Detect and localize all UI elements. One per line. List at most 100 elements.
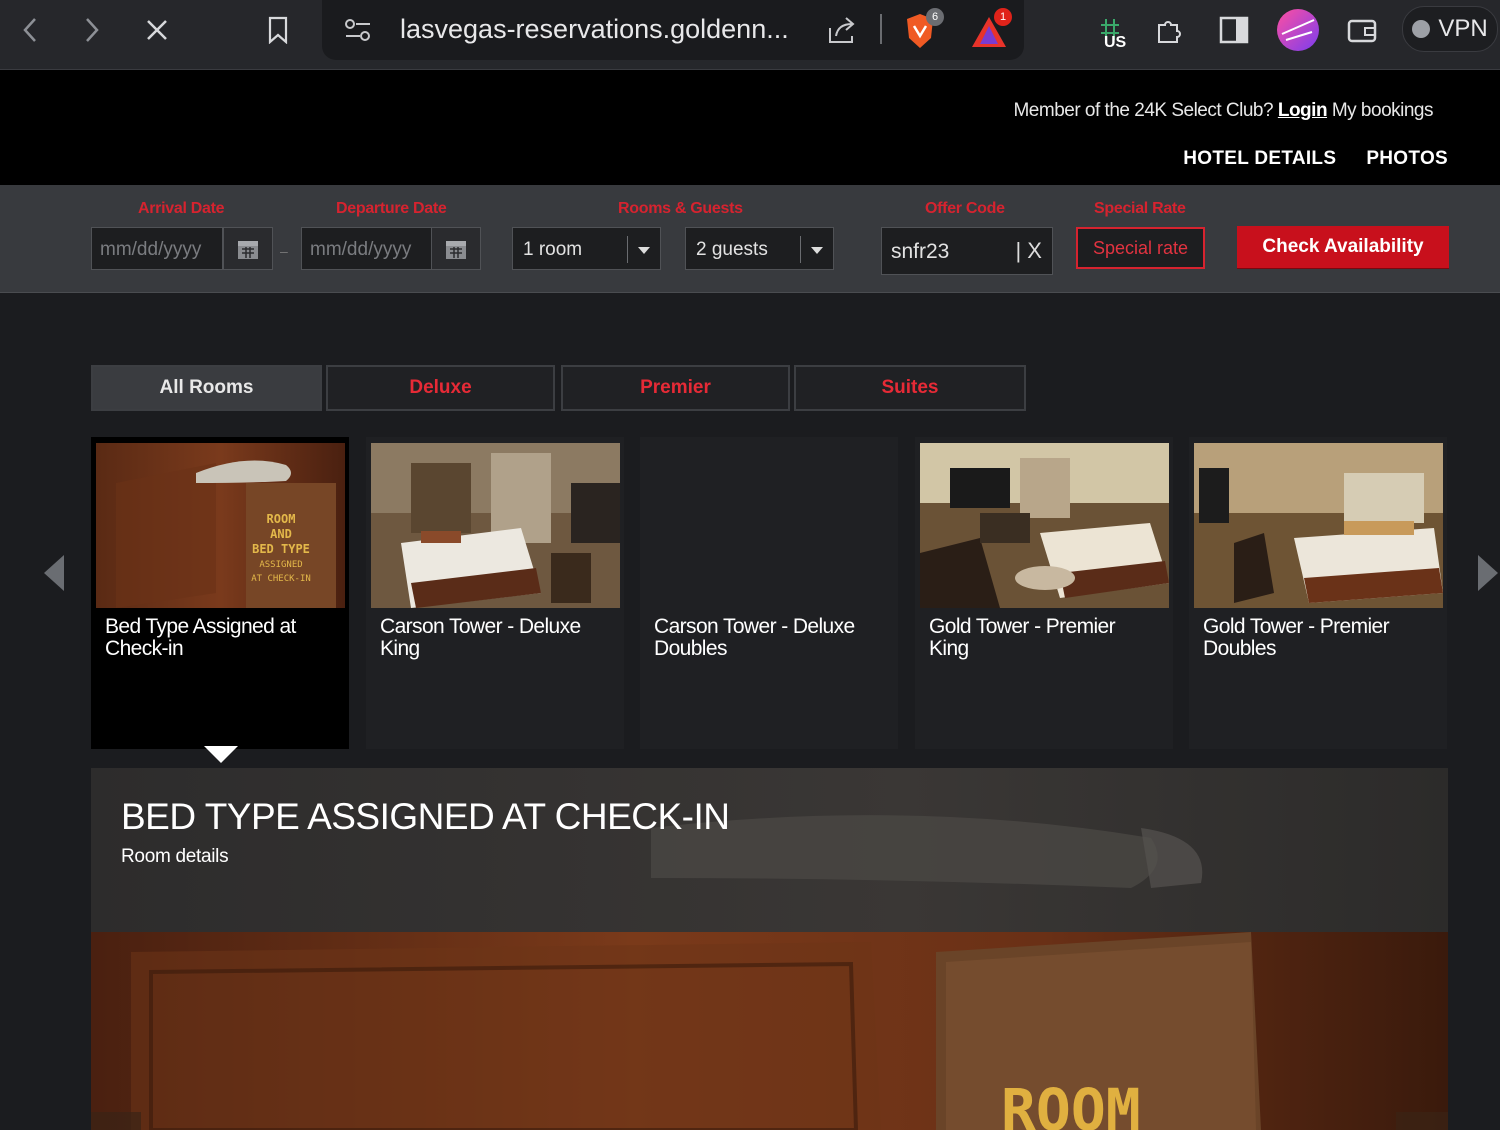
top-navigation: HOTEL DETAILS PHOTOS [1183, 148, 1448, 170]
arrival-date-input[interactable]: mm/dd/yyyy [91, 227, 223, 270]
date-range-dash: – [280, 243, 288, 259]
room-thumbnail: ROOM AND BED TYPE ASSIGNED AT CHECK-IN [96, 443, 345, 608]
chevron-right-icon [86, 18, 99, 42]
rewards-badge: 1 [994, 8, 1012, 26]
guests-select[interactable]: 2 guests [685, 227, 834, 270]
sign-text-and: AND [270, 527, 292, 541]
detail-header-background: BED TYPE ASSIGNED AT CHECK-IN Room detai… [91, 768, 1448, 932]
member-prompt: Member of the 24K Select Club? [1013, 100, 1274, 121]
vpn-region-extension[interactable]: US [1088, 8, 1132, 52]
rooms-guests-label: Rooms & Guests [618, 200, 743, 217]
calendar-icon [238, 240, 258, 259]
sidebar-icon [1219, 16, 1249, 44]
hotel-room-photo [1194, 443, 1443, 608]
departure-date-input[interactable]: mm/dd/yyyy [301, 227, 433, 270]
vpn-button[interactable]: VPN [1402, 6, 1498, 52]
share-icon[interactable] [826, 14, 858, 46]
guests-value: 2 guests [696, 239, 768, 260]
nav-hotel-details[interactable]: HOTEL DETAILS [1183, 148, 1336, 170]
door-hanger-image: ROOM AND BED TYPE ASSIGNED AT CHECK-IN [96, 443, 345, 608]
profile-button[interactable] [1276, 8, 1320, 52]
arrival-placeholder: mm/dd/yyyy [100, 239, 202, 260]
room-details-link[interactable]: Room details [121, 846, 229, 868]
forward-button[interactable] [72, 10, 112, 50]
departure-calendar-button[interactable] [431, 227, 481, 270]
site-settings-icon [345, 19, 370, 41]
sign-text-assigned: ASSIGNED [259, 560, 302, 570]
browser-toolbar: lasvegas-reservations.goldenn... 6 1 US [0, 0, 1500, 70]
room-card-carson-deluxe-doubles[interactable]: Carson Tower - Deluxe Doubles [640, 437, 898, 749]
bookmark-icon [268, 16, 288, 44]
bookmark-button[interactable] [258, 10, 298, 50]
tab-suites[interactable]: Suites [794, 365, 1026, 411]
room-card-gold-premier-king[interactable]: Gold Tower - Premier King [915, 437, 1173, 749]
shields-count-badge: 6 [926, 8, 944, 26]
door-hanger-hero-image: ROOM [91, 932, 1448, 1130]
room-name: Carson Tower - Deluxe Doubles [654, 615, 855, 660]
wallet-button[interactable] [1340, 8, 1384, 52]
brave-shields-button[interactable]: 6 [900, 8, 944, 52]
url-text: lasvegas-reservations.goldenn... [400, 14, 789, 44]
clear-offer-button[interactable]: | X [1015, 238, 1042, 264]
hotel-room-photo [371, 443, 620, 608]
avatar-icon [1277, 9, 1319, 51]
arrival-date-label: Arrival Date [138, 200, 225, 217]
room-name: Bed Type Assigned at Check-in [105, 615, 296, 660]
site-header: Member of the 24K Select Club? Login My … [0, 70, 1500, 185]
login-link[interactable]: Login [1278, 100, 1328, 121]
chevron-down-icon [811, 247, 823, 254]
member-links: Member of the 24K Select Club? Login My … [1013, 100, 1433, 122]
room-name: Gold Tower - Premier Doubles [1203, 615, 1390, 660]
room-name: Gold Tower - Premier King [929, 615, 1116, 660]
room-card-bed-type[interactable]: ROOM AND BED TYPE ASSIGNED AT CHECK-IN B… [91, 437, 349, 749]
room-card-gold-premier-doubles[interactable]: Gold Tower - Premier Doubles [1189, 437, 1447, 749]
room-detail-panel: BED TYPE ASSIGNED AT CHECK-IN Room detai… [91, 768, 1448, 1130]
arrival-calendar-button[interactable] [223, 227, 273, 270]
region-code: US [1104, 34, 1127, 51]
carousel-prev-arrow[interactable] [44, 555, 64, 591]
check-availability-button[interactable]: Check Availability [1237, 226, 1449, 268]
vpn-status-icon [1412, 20, 1431, 38]
extensions-button[interactable] [1148, 8, 1192, 52]
offer-code-label: Offer Code [925, 200, 1005, 217]
door-handle-image [651, 815, 1203, 888]
tab-premier[interactable]: Premier [561, 365, 790, 411]
calendar-icon [446, 240, 466, 259]
offer-code-value: snfr23 [891, 240, 950, 263]
departure-date-label: Departure Date [336, 200, 447, 217]
booking-bar: Arrival Date mm/dd/yyyy – Departure Date… [0, 185, 1500, 293]
room-thumbnail [371, 443, 620, 608]
wallet-icon [1347, 19, 1377, 43]
sidebar-toggle-button[interactable] [1212, 8, 1256, 52]
toolbar-divider [880, 14, 882, 44]
select-divider [800, 236, 801, 263]
back-button[interactable] [10, 10, 50, 50]
rooms-value: 1 room [523, 239, 583, 260]
room-detail-title: BED TYPE ASSIGNED AT CHECK-IN [121, 796, 730, 837]
tab-all-rooms[interactable]: All Rooms [91, 365, 322, 411]
room-thumbnail [1194, 443, 1443, 608]
select-divider [627, 236, 628, 263]
departure-placeholder: mm/dd/yyyy [310, 239, 412, 260]
address-bar[interactable]: lasvegas-reservations.goldenn... 6 1 [322, 0, 1024, 60]
tab-deluxe[interactable]: Deluxe [326, 365, 555, 411]
stop-loading-button[interactable] [137, 10, 177, 50]
carousel-next-arrow[interactable] [1478, 555, 1498, 591]
room-card-carson-deluxe-king[interactable]: Carson Tower - Deluxe King [366, 437, 624, 749]
offer-code-input[interactable]: snfr23 | X [881, 227, 1053, 275]
close-icon [147, 20, 167, 40]
sign-text-bed-type: BED TYPE [252, 542, 310, 556]
hero-sign-text: ROOM [1001, 1076, 1141, 1130]
sign-text-at-check-in: AT CHECK-IN [251, 574, 311, 584]
my-bookings-link[interactable]: My bookings [1332, 100, 1434, 121]
hotel-room-photo [920, 443, 1169, 608]
room-thumbnail [920, 443, 1169, 608]
nav-photos[interactable]: PHOTOS [1366, 148, 1448, 170]
chevron-left-icon [23, 18, 36, 42]
puzzle-icon [1158, 21, 1181, 43]
rooms-select[interactable]: 1 room [512, 227, 661, 270]
brave-rewards-button[interactable]: 1 [968, 8, 1012, 52]
special-rate-button[interactable]: Special rate [1076, 227, 1205, 269]
special-rate-label: Special Rate [1094, 200, 1186, 217]
sign-text-room: ROOM [267, 512, 296, 526]
